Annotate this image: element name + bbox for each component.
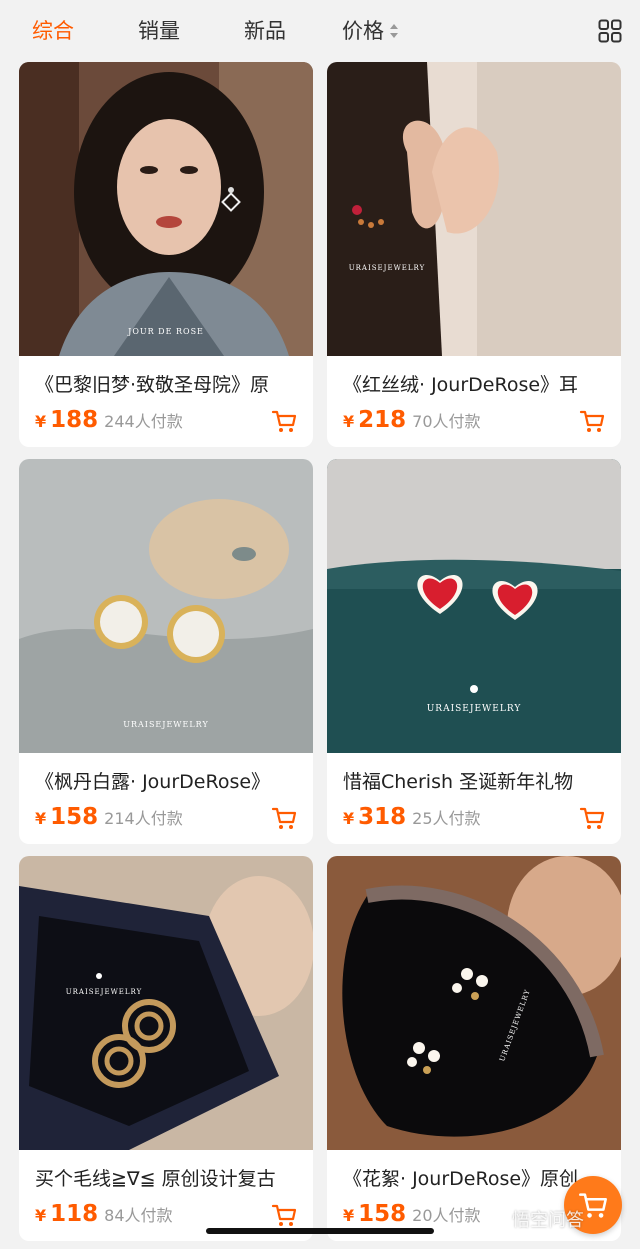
product-card[interactable]: URAISEJEWELRY 惜福Cherish 圣诞新年礼物 ¥318 25人付款: [327, 459, 621, 844]
sold-count: 25人付款: [412, 809, 481, 828]
product-title[interactable]: 《枫丹白露· JourDeRose》: [35, 767, 305, 797]
home-indicator: [206, 1228, 434, 1234]
image-brand-label: URAISEJEWELRY: [427, 704, 522, 714]
tab-price[interactable]: 价格: [342, 16, 399, 46]
product-card[interactable]: URAISEJEWELRY 《红丝绒· JourDeRose》耳 ¥218 70人…: [327, 62, 621, 447]
currency-symbol: ¥: [343, 412, 355, 431]
product-title[interactable]: 《巴黎旧梦·致敬圣母院》原: [35, 370, 305, 400]
product-card[interactable]: URAISEJEWELRY 《枫丹白露· JourDeRose》 ¥158 214…: [19, 459, 313, 844]
price-row: ¥218 70人付款: [343, 407, 481, 439]
product-price: 118: [50, 1201, 99, 1227]
currency-symbol: ¥: [35, 809, 47, 828]
product-image[interactable]: JOUR DE ROSE: [19, 62, 313, 356]
product-title[interactable]: 买个毛线≧∇≦ 原创设计复古: [35, 1164, 305, 1194]
sold-count: 84人付款: [104, 1206, 173, 1225]
filter-bar: 综合 销量 新品 价格: [0, 0, 640, 62]
product-title[interactable]: 惜福Cherish 圣诞新年礼物: [343, 767, 613, 797]
cart-icon[interactable]: [579, 805, 605, 831]
currency-symbol: ¥: [343, 809, 355, 828]
product-title[interactable]: 《红丝绒· JourDeRose》耳: [343, 370, 613, 400]
sort-arrows-icon: [390, 23, 398, 38]
price-row: ¥188 244人付款: [35, 407, 183, 439]
product-price: 218: [358, 407, 407, 433]
sold-count: 20人付款: [412, 1206, 481, 1225]
grid-view-icon[interactable]: [598, 19, 622, 43]
product-card[interactable]: URAISEJEWELRY 买个毛线≧∇≦ 原创设计复古 ¥118 84人付款: [19, 856, 313, 1241]
product-image[interactable]: URAISEJEWELRY: [19, 856, 313, 1150]
currency-symbol: ¥: [343, 1206, 355, 1225]
product-image[interactable]: URAISEJEWELRY: [327, 62, 621, 356]
watermark: 悟空问答: [512, 1210, 584, 1231]
image-brand-label: JOUR DE ROSE: [127, 327, 204, 336]
sold-count: 70人付款: [412, 412, 481, 431]
cart-icon[interactable]: [271, 408, 297, 434]
cart-icon[interactable]: [579, 408, 605, 434]
tab-sales[interactable]: 销量: [138, 16, 180, 46]
price-row: ¥118 84人付款: [35, 1201, 173, 1233]
tab-price-label: 价格: [342, 19, 384, 43]
tab-new[interactable]: 新品: [244, 16, 286, 46]
product-price: 158: [358, 1201, 407, 1227]
image-brand-label: URAISEJEWELRY: [123, 720, 209, 729]
cart-icon[interactable]: [271, 1202, 297, 1228]
product-price: 158: [50, 804, 99, 830]
currency-symbol: ¥: [35, 1206, 47, 1225]
product-image[interactable]: URAISEJEWELRY: [327, 459, 621, 753]
cart-icon[interactable]: [271, 805, 297, 831]
sold-count: 244人付款: [104, 412, 183, 431]
currency-symbol: ¥: [35, 412, 47, 431]
product-card[interactable]: JOUR DE ROSE 《巴黎旧梦·致敬圣母院》原 ¥188 244人付款: [19, 62, 313, 447]
price-row: ¥318 25人付款: [343, 804, 481, 836]
product-image[interactable]: URAISEJEWELRY: [327, 856, 621, 1150]
image-brand-label: URAISEJEWELRY: [66, 988, 142, 996]
product-price: 318: [358, 804, 407, 830]
product-price: 188: [50, 407, 99, 433]
image-brand-label: URAISEJEWELRY: [349, 264, 425, 272]
tab-comprehensive[interactable]: 综合: [32, 16, 74, 46]
price-row: ¥158 214人付款: [35, 804, 183, 836]
sold-count: 214人付款: [104, 809, 183, 828]
product-image[interactable]: URAISEJEWELRY: [19, 459, 313, 753]
